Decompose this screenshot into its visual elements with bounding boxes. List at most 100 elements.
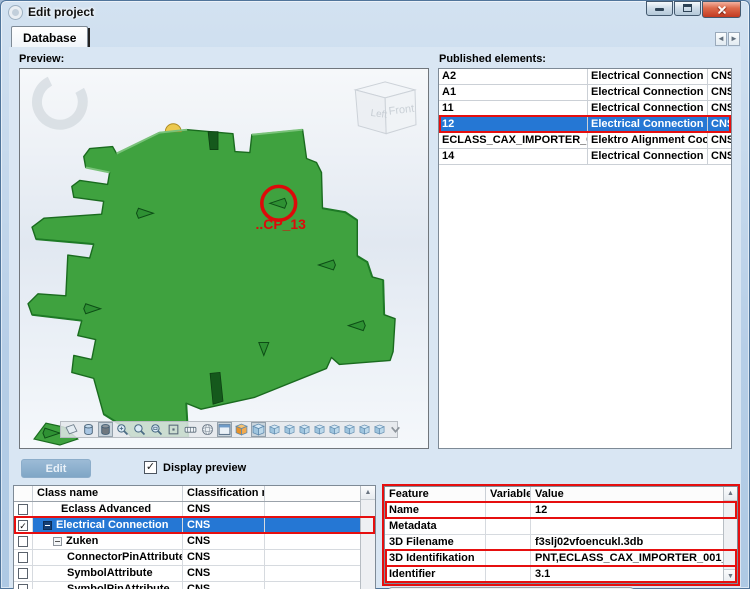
iso-view-7-icon[interactable] — [358, 422, 371, 437]
published-cell-system: CNS — [708, 85, 731, 100]
more-tools-icon[interactable] — [388, 422, 403, 437]
database-tab-page: Preview: Published elements: Left Front … — [9, 47, 741, 588]
minimize-button[interactable] — [646, 1, 673, 16]
class-row-checkbox[interactable] — [18, 504, 28, 515]
feature-row[interactable]: 3D Filenamef3slj02vfoencukl.3db — [385, 535, 737, 551]
classification-name-column-header: Classification name — [183, 486, 265, 501]
class-name: SymbolAttribute — [67, 566, 153, 581]
feature-row[interactable]: 3D Identifikation PNT,ECLASS_CAX_IMPORTER… — [385, 551, 737, 567]
class-row-checkbox[interactable]: ✓ — [18, 520, 28, 531]
feature-table-header: Feature Variable Value — [385, 487, 737, 503]
published-row[interactable]: 12Electrical ConnectionCNS — [439, 117, 731, 133]
cylinder-dark-icon[interactable] — [98, 422, 113, 437]
scroll-down-button[interactable]: ▼ — [724, 569, 737, 583]
material-box-icon[interactable] — [234, 422, 249, 437]
class-row[interactable]: Zuken CNS — [14, 534, 375, 550]
zoom-icon[interactable] — [132, 422, 147, 437]
feature-name: Metadata — [385, 519, 486, 534]
close-icon — [716, 4, 727, 15]
published-cell-name: A2 — [439, 69, 588, 84]
feature-variable — [486, 567, 531, 582]
iso-view-3-icon[interactable] — [298, 422, 311, 437]
published-cell-system: CNS — [708, 117, 731, 132]
class-name: Zuken — [66, 534, 98, 549]
class-row[interactable]: SymbolAttribute CNS — [14, 566, 375, 582]
iso-view-2-icon[interactable] — [283, 422, 296, 437]
scroll-up-button[interactable]: ▲ — [361, 486, 375, 500]
class-row[interactable]: ✓Electrical ConnectionCNS — [14, 518, 375, 534]
classification-name: CNS — [183, 502, 265, 517]
measure-icon[interactable] — [183, 422, 198, 437]
iso-view-8-icon[interactable] — [373, 422, 386, 437]
feature-row[interactable]: Identifier3.1 — [385, 567, 737, 583]
class-row-checkbox[interactable] — [18, 568, 28, 579]
iso-view-1-icon[interactable] — [268, 422, 281, 437]
published-cell-system: CNS — [708, 133, 731, 148]
render-window-icon[interactable] — [217, 422, 232, 437]
edit-button[interactable]: Edit — [21, 459, 91, 478]
class-name: ConnectorPinAttribute — [67, 550, 183, 565]
preview-toolbar — [60, 421, 398, 438]
class-row-checkbox[interactable] — [18, 552, 28, 563]
tree-collapse-icon[interactable] — [43, 521, 52, 530]
iso-view-5-icon[interactable] — [328, 422, 341, 437]
feature-table-scrollbar[interactable]: ▲ ▼ — [723, 487, 737, 583]
tab-strip: Database ◄ ► — [9, 23, 741, 47]
scroll-up-button[interactable]: ▲ — [724, 487, 737, 501]
tab-scroll-left-button[interactable]: ◄ — [715, 32, 727, 46]
classification-name: CNS — [183, 534, 265, 549]
class-row[interactable]: Eclass Advanced CNS — [14, 502, 375, 518]
app-icon — [9, 6, 22, 19]
classification-name: CNS — [183, 518, 265, 533]
classification-name: CNS — [183, 582, 265, 589]
classification-name: CNS — [183, 566, 265, 581]
preview-3d-viewport[interactable]: Left Front ..CP_13 — [19, 68, 429, 449]
iso-view-4-icon[interactable] — [313, 422, 326, 437]
wireframe-sphere-icon[interactable] — [200, 422, 215, 437]
published-cell-type: Electrical Connection — [588, 117, 708, 132]
maximize-button[interactable] — [674, 1, 701, 16]
iso-view-6-icon[interactable] — [343, 422, 356, 437]
tab-scroll-right-button[interactable]: ► — [728, 32, 740, 46]
published-row[interactable]: A1Electrical ConnectionCNS — [439, 85, 731, 101]
zoom-region-icon[interactable] — [166, 422, 181, 437]
feature-value — [531, 519, 737, 534]
feature-value: PNT,ECLASS_CAX_IMPORTER_001_CP_13 — [531, 551, 737, 566]
feature-row[interactable]: Name12 — [385, 503, 737, 519]
class-name: Eclass Advanced — [61, 502, 151, 517]
close-button[interactable] — [702, 1, 741, 18]
feature-value: 3.1 — [531, 567, 737, 582]
published-row[interactable]: 11Electrical ConnectionCNS — [439, 101, 731, 117]
class-row-checkbox[interactable] — [18, 584, 28, 589]
zoom-window-icon[interactable] — [149, 422, 164, 437]
feature-name: 3D Filename — [385, 535, 486, 550]
feature-row[interactable]: Metadata — [385, 519, 737, 535]
class-row[interactable]: SymbolPinAttribute CNS — [14, 582, 375, 589]
published-row[interactable]: 14Electrical ConnectionCNS — [439, 149, 731, 165]
feature-variable — [486, 503, 531, 518]
published-row[interactable]: ECLASS_CAX_IMPORTER_001_CP_0Elektro Alig… — [439, 133, 731, 149]
class-row[interactable]: ConnectorPinAttributeCNS — [14, 550, 375, 566]
variable-column-header: Variable — [486, 487, 531, 502]
title-bar[interactable]: Edit project — [1, 1, 749, 23]
class-name: SymbolPinAttribute — [67, 582, 170, 589]
published-cell-type: Electrical Connection — [588, 101, 708, 116]
feature-name: 3D Identifikation — [385, 551, 486, 566]
class-table-scrollbar[interactable]: ▲ — [360, 486, 375, 589]
published-cell-type: Electrical Connection — [588, 149, 708, 164]
published-row[interactable]: A2Electrical ConnectionCNS — [439, 69, 731, 85]
tab-database[interactable]: Database — [11, 26, 88, 48]
view-cube[interactable]: Left Front — [355, 82, 416, 134]
zoom-fit-icon[interactable] — [115, 422, 130, 437]
class-name-column-header: Class name — [33, 486, 183, 501]
sketch-plane-icon[interactable] — [64, 422, 79, 437]
display-preview-checkbox[interactable]: ✓ — [144, 461, 157, 474]
tree-collapse-icon[interactable] — [53, 537, 62, 546]
view-cube-icon[interactable] — [251, 422, 266, 437]
feature-value: 12 — [531, 503, 737, 518]
published-cell-name: ECLASS_CAX_IMPORTER_001_CP_0 — [439, 133, 588, 148]
cylinder-icon[interactable] — [81, 422, 96, 437]
preview-scene: Left Front ..CP_13 — [20, 69, 428, 448]
published-elements-table: A2Electrical ConnectionCNSA1Electrical C… — [438, 68, 732, 449]
class-row-checkbox[interactable] — [18, 536, 28, 547]
